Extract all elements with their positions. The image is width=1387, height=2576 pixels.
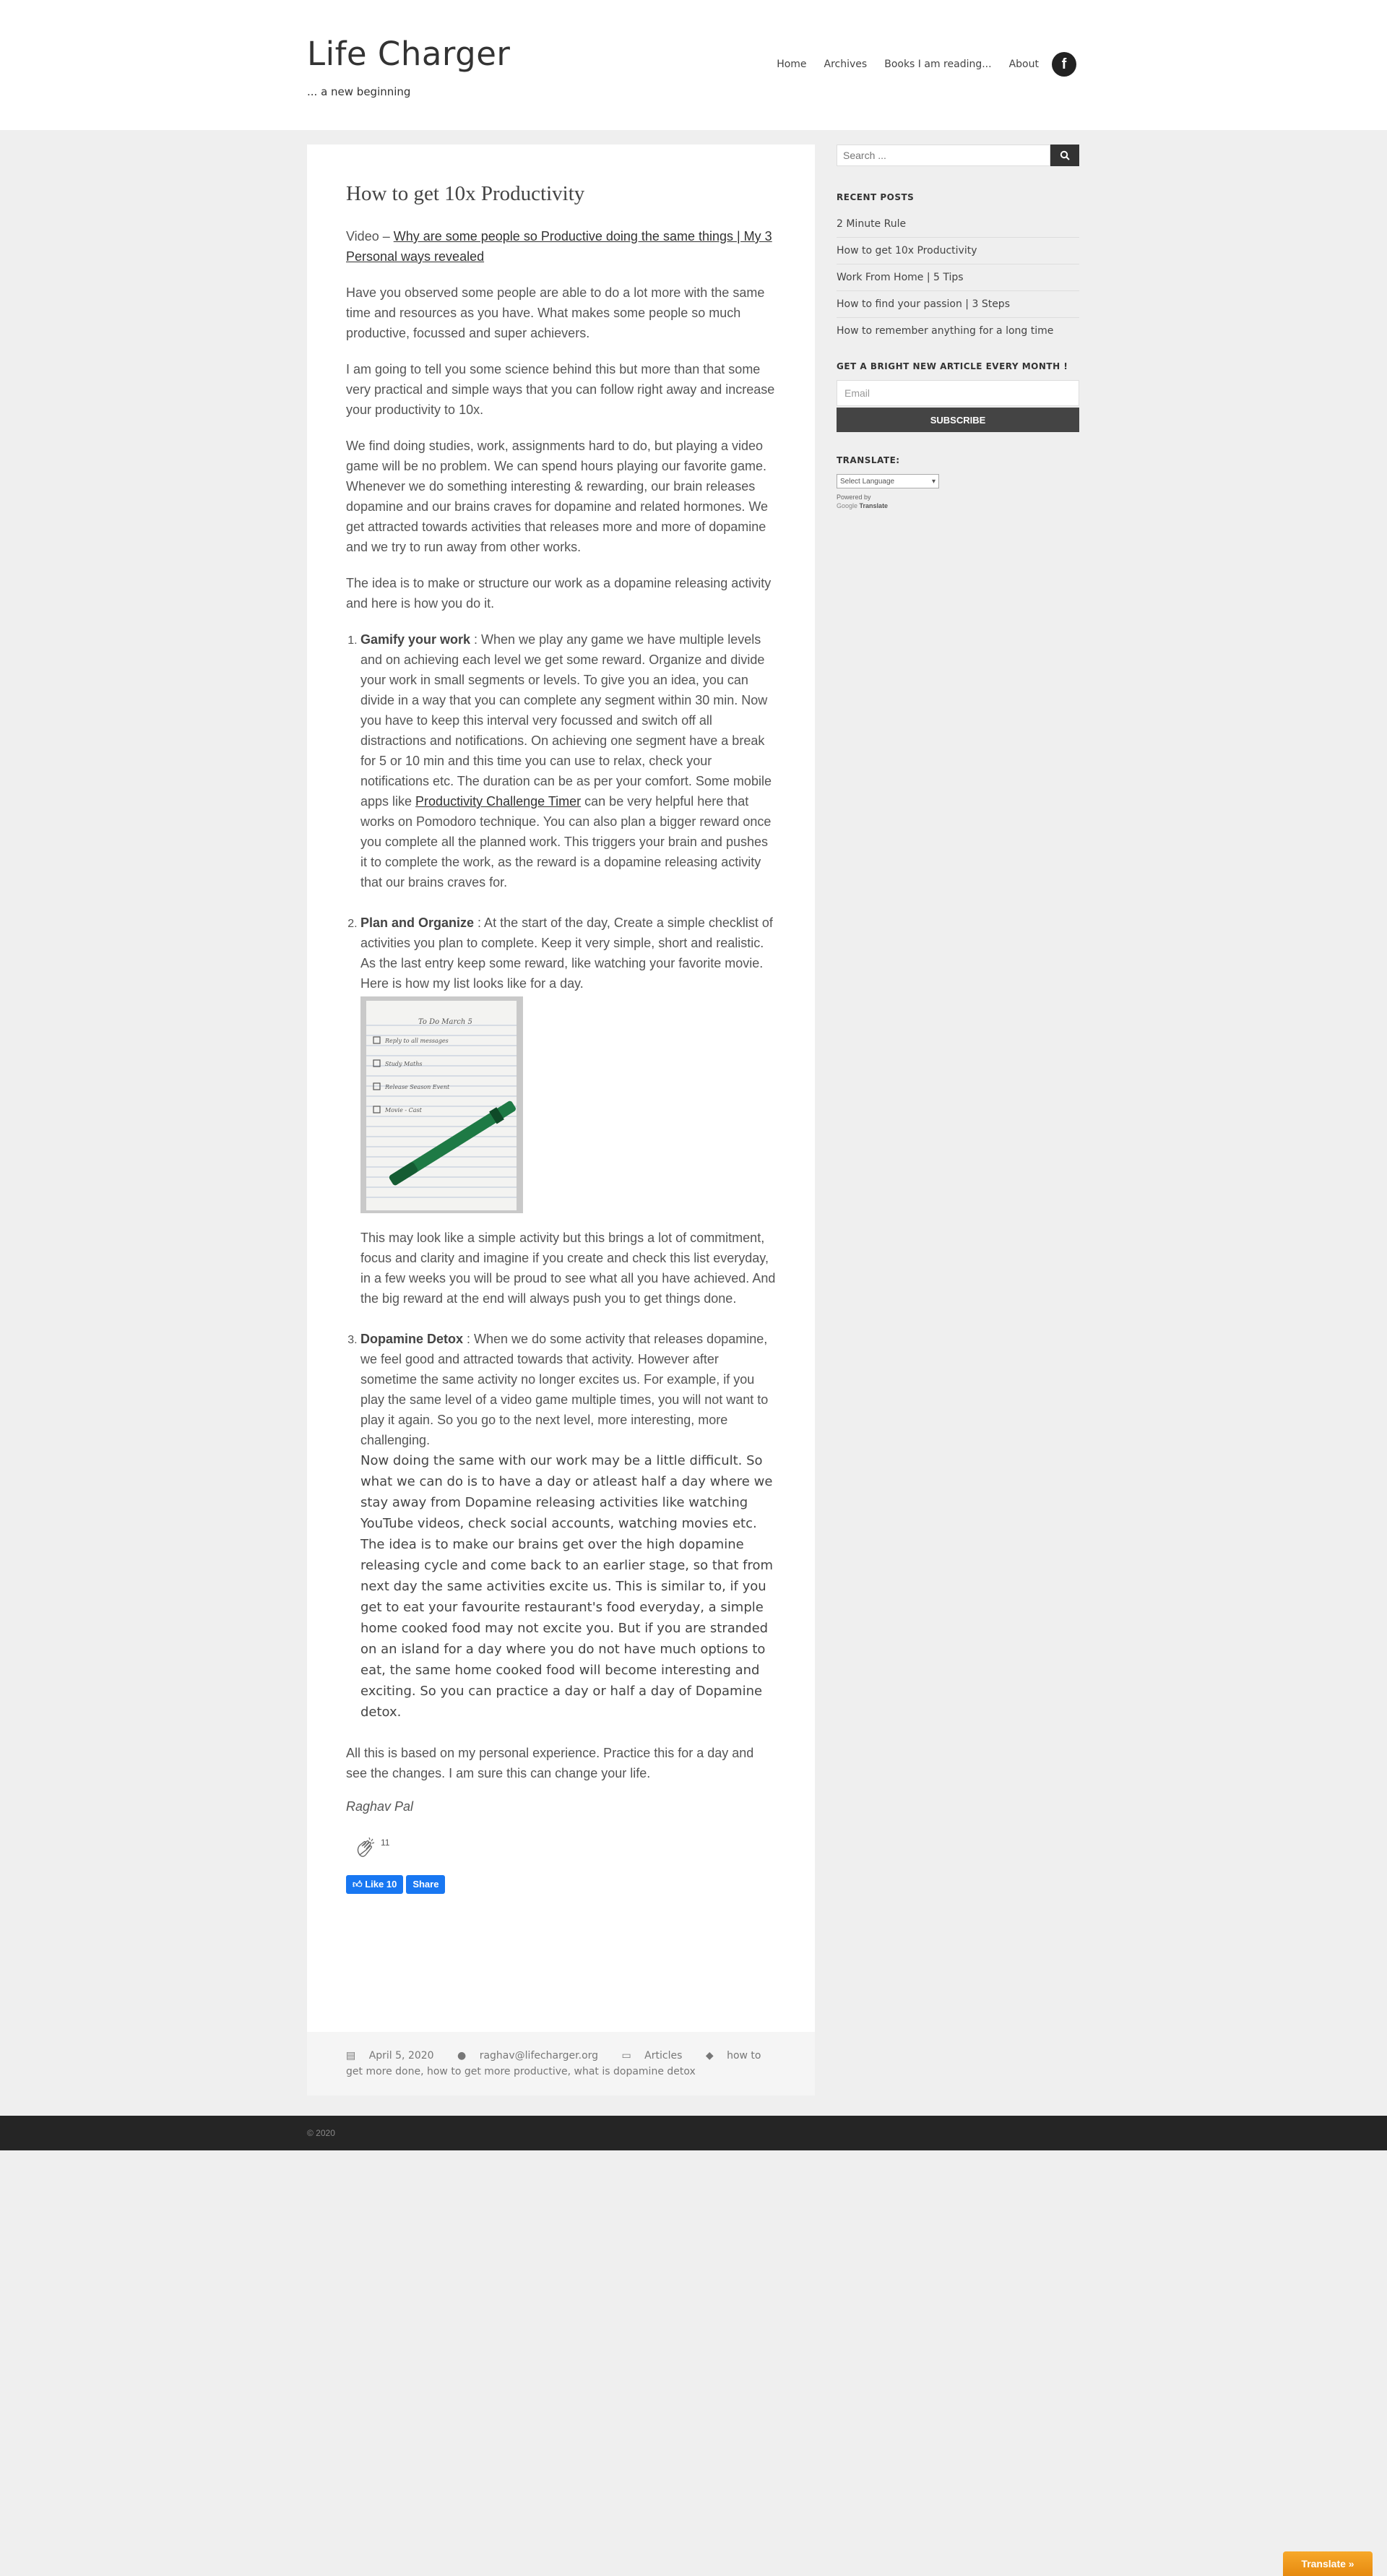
email-field[interactable]: Email — [837, 380, 1079, 406]
recent-post-link[interactable]: Work From Home | 5 Tips — [837, 264, 1079, 291]
like-button[interactable]: 👍︎ Like 10 — [346, 1875, 404, 1894]
google-logo[interactable]: Google — [837, 502, 857, 509]
clap-icon[interactable] — [353, 1836, 378, 1861]
site-title[interactable]: Life Charger — [307, 35, 510, 73]
paragraph-3a: We find doing studies, work, assignments… — [346, 439, 766, 473]
item-heading: Plan and Organize — [360, 916, 475, 930]
recent-posts: 2 Minute Rule How to get 10x Productivit… — [837, 211, 1079, 344]
post-author-text: raghav@lifecharger.org — [479, 2050, 599, 2062]
list-item: Plan and Organize : At the start of the … — [360, 913, 776, 1309]
subscribe-title: GET A BRIGHT NEW ARTICLE EVERY MONTH ! — [837, 361, 1068, 371]
item-heading: Gamify your work — [360, 632, 471, 647]
post-category[interactable]: ▭ Articles — [621, 2050, 692, 2062]
clap-widget[interactable]: 11 — [353, 1836, 776, 1861]
facebook-buttons: 👍︎ Like 10 Share — [346, 1875, 776, 1894]
video-prefix: Video – — [346, 229, 394, 244]
paragraph-4: The idea is to make or structure our wor… — [346, 576, 772, 611]
recent-post-link[interactable]: 2 Minute Rule — [837, 211, 1079, 238]
note-heading: To Do March 5 — [418, 1018, 472, 1026]
recent-posts-title: RECENT POSTS — [837, 192, 915, 202]
search-form — [837, 145, 1079, 166]
paragraph-1: Have you observed some people are able t… — [346, 285, 765, 340]
list-item: Dopamine Detox : When we do some activit… — [360, 1329, 776, 1723]
recent-post-link[interactable]: How to find your passion | 3 Steps — [837, 291, 1079, 318]
recent-post-link[interactable]: How to get 10x Productivity — [837, 238, 1079, 264]
item-heading: Dopamine Detox — [360, 1332, 464, 1346]
powered-by: Powered by Google Translate — [837, 493, 1079, 510]
sidebar: RECENT POSTS 2 Minute Rule How to get 10… — [837, 145, 1079, 510]
article: How to get 10x Productivity Video – Why … — [307, 145, 815, 1894]
thumbs-up-icon: 👍︎ — [353, 1879, 363, 1890]
timer-app-link[interactable]: Productivity Challenge Timer — [415, 794, 581, 809]
calendar-icon: ▤ — [346, 2050, 356, 2062]
article-title: How to get 10x Productivity — [346, 182, 585, 205]
subscribe-button[interactable]: SUBSCRIBE — [837, 408, 1079, 432]
item-text: This may look like a simple activity but… — [360, 1231, 776, 1306]
chevron-down-icon: ▾ — [931, 477, 936, 486]
todo-list-photo: To Do March 5 Reply to all messages Stud… — [360, 996, 523, 1213]
note-line: Release Season Event — [384, 1084, 450, 1090]
translate-title: TRANSLATE: — [837, 455, 900, 465]
author-signature: Raghav Pal — [346, 1799, 414, 1814]
site-footer: © 2020 — [0, 2116, 1387, 2150]
paragraph-3b: Whenever we do something interesting & r… — [346, 479, 769, 554]
like-label: Like 10 — [365, 1879, 397, 1890]
nav-about[interactable]: About — [1009, 59, 1039, 70]
list-item: Gamify your work : When we play any game… — [360, 629, 776, 892]
closing-paragraph: All this is based on my personal experie… — [346, 1746, 754, 1780]
tips-list: Gamify your work : When we play any game… — [360, 629, 776, 1723]
facebook-icon[interactable]: f — [1052, 52, 1076, 77]
nav-home[interactable]: Home — [777, 59, 806, 70]
item-text: : When we do some activity that releases… — [360, 1332, 769, 1447]
copyright: © 2020 — [307, 2128, 335, 2138]
nav-archives[interactable]: Archives — [824, 59, 868, 70]
translate-link[interactable]: Translate — [860, 502, 889, 509]
search-icon — [1060, 150, 1070, 160]
video-paragraph: Video – Why are some people so Productiv… — [346, 226, 776, 267]
folder-icon: ▭ — [621, 2050, 631, 2062]
post-author[interactable]: ● raghav@lifecharger.org — [457, 2050, 608, 2062]
translate-button[interactable]: Translate » — [1283, 2551, 1373, 2576]
item-text: Now doing the same with our work may be … — [360, 1453, 774, 1720]
recent-post-link[interactable]: How to remember anything for a long time — [837, 318, 1079, 344]
language-select-label: Select Language — [840, 477, 895, 486]
share-button[interactable]: Share — [406, 1875, 446, 1894]
site-header: Life Charger ... a new beginning Home Ar… — [0, 0, 1387, 130]
post-meta: ▤ April 5, 2020 ● raghav@lifecharger.org… — [307, 2032, 815, 2095]
user-icon: ● — [457, 2050, 467, 2062]
site-tagline: ... a new beginning — [307, 85, 411, 98]
search-input[interactable] — [837, 145, 1050, 166]
post-category-text: Articles — [644, 2050, 683, 2062]
post-date-text: April 5, 2020 — [368, 2050, 434, 2062]
tag-icon: ◆ — [705, 2050, 714, 2062]
clap-count: 11 — [381, 1838, 390, 1848]
nav-books[interactable]: Books I am reading... — [884, 59, 991, 70]
post-date[interactable]: ▤ April 5, 2020 — [346, 2050, 444, 2062]
search-button[interactable] — [1050, 145, 1079, 166]
item-text: : When we play any game we have multiple… — [360, 632, 772, 809]
note-line: Movie - Cast — [384, 1107, 423, 1113]
language-select[interactable]: Select Language ▾ — [837, 474, 939, 488]
note-line: Reply to all messages — [384, 1038, 449, 1044]
note-line: Study Maths — [385, 1061, 422, 1067]
video-link[interactable]: Why are some people so Productive doing … — [346, 229, 772, 264]
powered-by-label: Powered by — [837, 494, 871, 501]
article-container: How to get 10x Productivity Video – Why … — [307, 145, 815, 2095]
paragraph-2: I am going to tell you some science behi… — [346, 362, 775, 417]
main-nav: Home Archives Books I am reading... Abou… — [759, 52, 1076, 77]
